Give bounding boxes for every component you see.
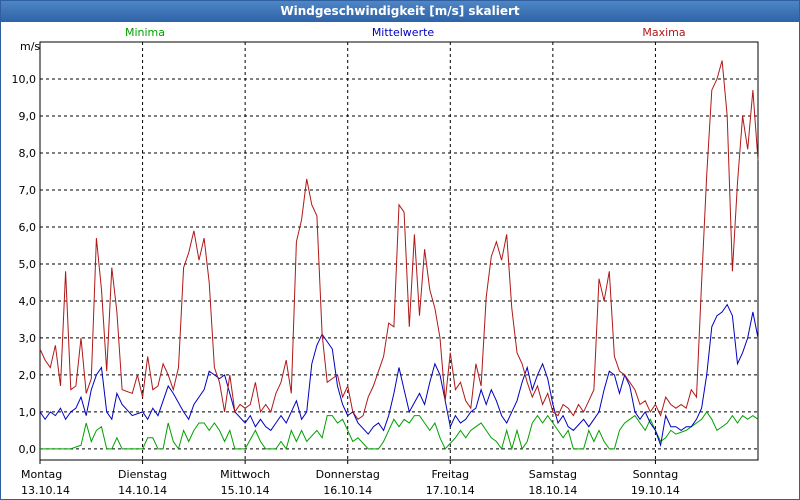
y-tick-label: 4,0	[19, 295, 37, 308]
y-tick-label: 7,0	[19, 184, 37, 197]
x-tick-day: Donnerstag	[316, 468, 380, 481]
x-tick-date: 16.10.14	[323, 484, 372, 497]
wind-speed-chart: 0,0 1,0 2,0 3,0 4,0 5,0 6,0 7,0 8,0 9,0 10,0 m/s Mon…	[12, 26, 759, 497]
x-tick-date: 14.10.14	[118, 484, 167, 497]
legend-entry-minima: Minima	[125, 26, 165, 39]
x-tick-date: 19.10.14	[631, 484, 680, 497]
x-tick-date: 15.10.14	[221, 484, 270, 497]
legend-entry-maxima: Maxima	[642, 26, 685, 39]
x-tick-day: Sonntag	[633, 468, 679, 481]
x-tick-day: Dienstag	[118, 468, 167, 481]
x-tick-date: 17.10.14	[426, 484, 475, 497]
y-tick-label: 2,0	[19, 369, 37, 382]
legend-entry-mittelwerte: Mittelwerte	[372, 26, 435, 39]
x-tick-date: 18.10.14	[528, 484, 577, 497]
y-axis-label: m/s	[20, 40, 40, 53]
y-tick-label: 10,0	[12, 73, 37, 86]
x-tick-date: 13.10.14	[21, 484, 70, 497]
y-tick-label: 1,0	[19, 406, 37, 419]
y-tick-label: 6,0	[19, 221, 37, 234]
y-tick-label: 9,0	[19, 110, 37, 123]
y-tick-label: 5,0	[19, 258, 37, 271]
y-tick-label: 8,0	[19, 147, 37, 160]
plot-area	[39, 41, 759, 461]
x-tick-day: Samstag	[529, 468, 577, 481]
x-tick-day: Montag	[21, 468, 62, 481]
x-tick-day: Mittwoch	[220, 468, 270, 481]
y-tick-label: 0,0	[19, 443, 37, 456]
x-tick-day: Freitag	[431, 468, 469, 481]
y-tick-label: 3,0	[19, 332, 37, 345]
